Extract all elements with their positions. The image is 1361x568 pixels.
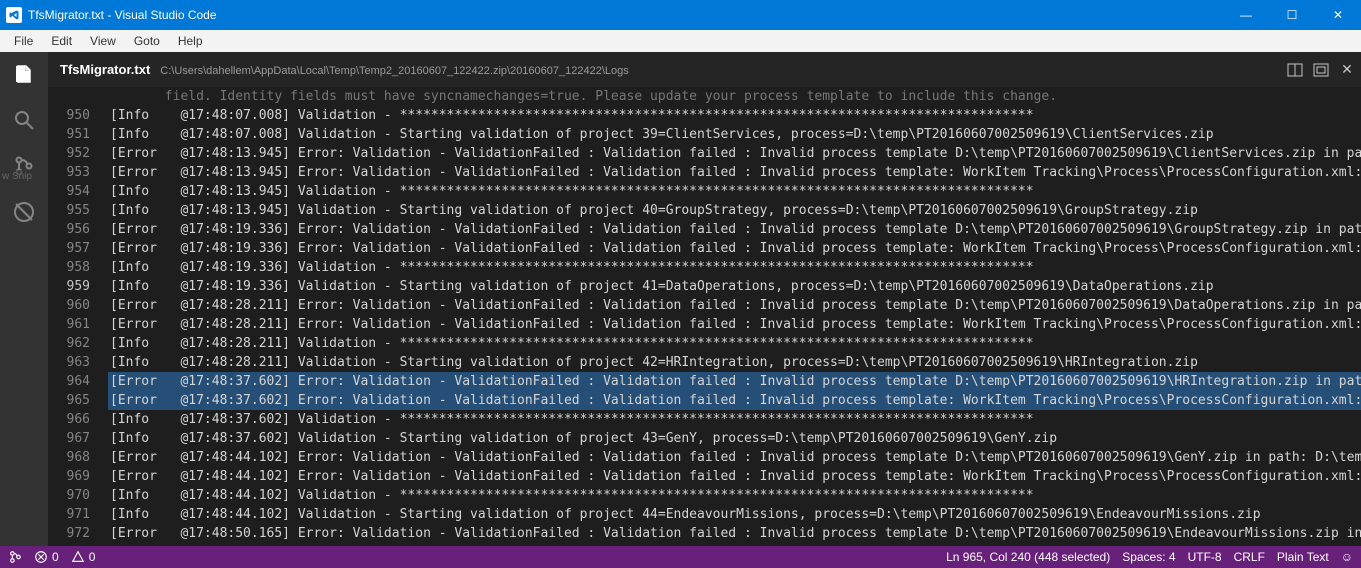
editor-line[interactable]: [Error @17:48:19.336] Error: Validation … <box>108 220 1361 239</box>
status-errors-count: 0 <box>52 550 59 564</box>
activity-bar <box>0 52 48 546</box>
editor-line[interactable]: [Info @17:48:13.945] Validation - Starti… <box>108 201 1361 220</box>
editor-line[interactable]: [Info @17:48:07.008] Validation - ******… <box>108 106 1361 125</box>
snip-label: w Snip <box>0 170 34 183</box>
line-number-gutter: 9509519529539549559569579589599609619629… <box>48 87 108 546</box>
line-number: 972 <box>48 524 90 543</box>
status-problems[interactable]: 0 0 <box>34 550 95 564</box>
status-indent[interactable]: Spaces: 4 <box>1122 550 1175 564</box>
line-number: 965 <box>48 391 90 410</box>
main-area: w Snip TfsMigrator.txt C:\Users\dahellem… <box>0 52 1361 546</box>
line-number: 962 <box>48 334 90 353</box>
editor-line[interactable]: [Error @17:48:28.211] Error: Validation … <box>108 296 1361 315</box>
editor-line[interactable]: [Info @17:48:19.336] Validation - ******… <box>108 258 1361 277</box>
menu-goto[interactable]: Goto <box>126 32 168 50</box>
editor-line[interactable]: [Info @17:48:37.602] Validation - ******… <box>108 410 1361 429</box>
editor-line[interactable]: [Info @17:48:19.336] Validation - Starti… <box>108 277 1361 296</box>
menu-bar: File Edit View Goto Help <box>0 30 1361 52</box>
line-number: 963 <box>48 353 90 372</box>
editor-line[interactable]: [Info @17:48:44.102] Validation - Starti… <box>108 505 1361 524</box>
close-button[interactable]: ✕ <box>1315 0 1361 30</box>
editor-line[interactable]: field. Identity fields must have syncnam… <box>108 87 1361 106</box>
status-language[interactable]: Plain Text <box>1277 550 1329 564</box>
split-editor-icon[interactable] <box>1287 62 1303 78</box>
status-encoding[interactable]: UTF-8 <box>1188 550 1222 564</box>
tab-bar: TfsMigrator.txt C:\Users\dahellem\AppDat… <box>48 52 1361 87</box>
status-eol[interactable]: CRLF <box>1234 550 1265 564</box>
line-number: 953 <box>48 163 90 182</box>
editor-line[interactable]: [Error @17:48:28.211] Error: Validation … <box>108 315 1361 334</box>
tab-title[interactable]: TfsMigrator.txt <box>60 62 150 77</box>
line-number: 969 <box>48 467 90 486</box>
line-number: 966 <box>48 410 90 429</box>
line-number: 970 <box>48 486 90 505</box>
line-number: 960 <box>48 296 90 315</box>
editor-line[interactable]: [Error @17:48:37.602] Error: Validation … <box>108 372 1361 391</box>
editor-line[interactable]: [Info @17:48:37.602] Validation - Starti… <box>108 429 1361 448</box>
editor-group: TfsMigrator.txt C:\Users\dahellem\AppDat… <box>48 52 1361 546</box>
line-number: 964 <box>48 372 90 391</box>
line-number: 956 <box>48 220 90 239</box>
editor-text[interactable]: 9509519529539549559569579589599609619629… <box>48 87 1361 546</box>
editor-line[interactable]: [Info @17:48:28.211] Validation - Starti… <box>108 353 1361 372</box>
status-warnings-count: 0 <box>89 550 96 564</box>
menu-help[interactable]: Help <box>170 32 211 50</box>
editor-line[interactable]: [Info @17:48:13.945] Validation - ******… <box>108 182 1361 201</box>
line-number: 950 <box>48 106 90 125</box>
line-number: 954 <box>48 182 90 201</box>
line-number: 952 <box>48 144 90 163</box>
status-bar: 0 0 Ln 965, Col 240 (448 selected) Space… <box>0 546 1361 568</box>
maximize-button[interactable]: ☐ <box>1269 0 1315 30</box>
editor-lines[interactable]: field. Identity fields must have syncnam… <box>108 87 1361 546</box>
line-number: 957 <box>48 239 90 258</box>
line-number: 951 <box>48 125 90 144</box>
line-number: 967 <box>48 429 90 448</box>
explorer-icon[interactable] <box>10 60 38 88</box>
line-number: 971 <box>48 505 90 524</box>
debug-icon[interactable] <box>10 198 38 226</box>
feedback-icon[interactable]: ☺ <box>1341 550 1353 564</box>
line-number: 955 <box>48 201 90 220</box>
tab-path: C:\Users\dahellem\AppData\Local\Temp\Tem… <box>160 65 628 77</box>
search-icon[interactable] <box>10 106 38 134</box>
editor-line[interactable]: [Error @17:48:13.945] Error: Validation … <box>108 144 1361 163</box>
line-number: 961 <box>48 315 90 334</box>
line-number: 973 <box>48 543 90 546</box>
menu-edit[interactable]: Edit <box>43 32 80 50</box>
menu-file[interactable]: File <box>6 32 41 50</box>
line-number: 968 <box>48 448 90 467</box>
line-number: 958 <box>48 258 90 277</box>
editor-line[interactable]: [Info @17:48:44.102] Validation - ******… <box>108 486 1361 505</box>
editor-line[interactable]: [Error @17:48:44.102] Error: Validation … <box>108 448 1361 467</box>
editor-line[interactable]: [Error @17:48:44.102] Error: Validation … <box>108 467 1361 486</box>
window-title: TfsMigrator.txt - Visual Studio Code <box>28 8 217 22</box>
editor-line[interactable]: [Info @17:48:07.008] Validation - Starti… <box>108 125 1361 144</box>
vscode-icon <box>6 7 22 23</box>
editor-line[interactable]: [Info @17:48:28.211] Validation - ******… <box>108 334 1361 353</box>
editor-line[interactable]: [Error @17:48:19.336] Error: Validation … <box>108 239 1361 258</box>
editor-line[interactable]: [Error @17:48:50.165] Error: Validation … <box>108 524 1361 543</box>
git-sync-icon[interactable] <box>8 550 22 564</box>
line-number: 959 <box>48 277 90 296</box>
more-actions-icon[interactable] <box>1313 62 1329 78</box>
minimize-button[interactable]: — <box>1223 0 1269 30</box>
menu-view[interactable]: View <box>82 32 124 50</box>
close-editor-icon[interactable]: ✕ <box>1339 62 1355 78</box>
editor-line[interactable]: [Error @17:48:13.945] Error: Validation … <box>108 163 1361 182</box>
title-bar: TfsMigrator.txt - Visual Studio Code — ☐… <box>0 0 1361 30</box>
editor-line[interactable]: [Error @17:48:50.165] Error: Validation … <box>108 543 1361 546</box>
editor-line[interactable]: [Error @17:48:37.602] Error: Validation … <box>108 391 1361 410</box>
status-cursor[interactable]: Ln 965, Col 240 (448 selected) <box>946 550 1110 564</box>
